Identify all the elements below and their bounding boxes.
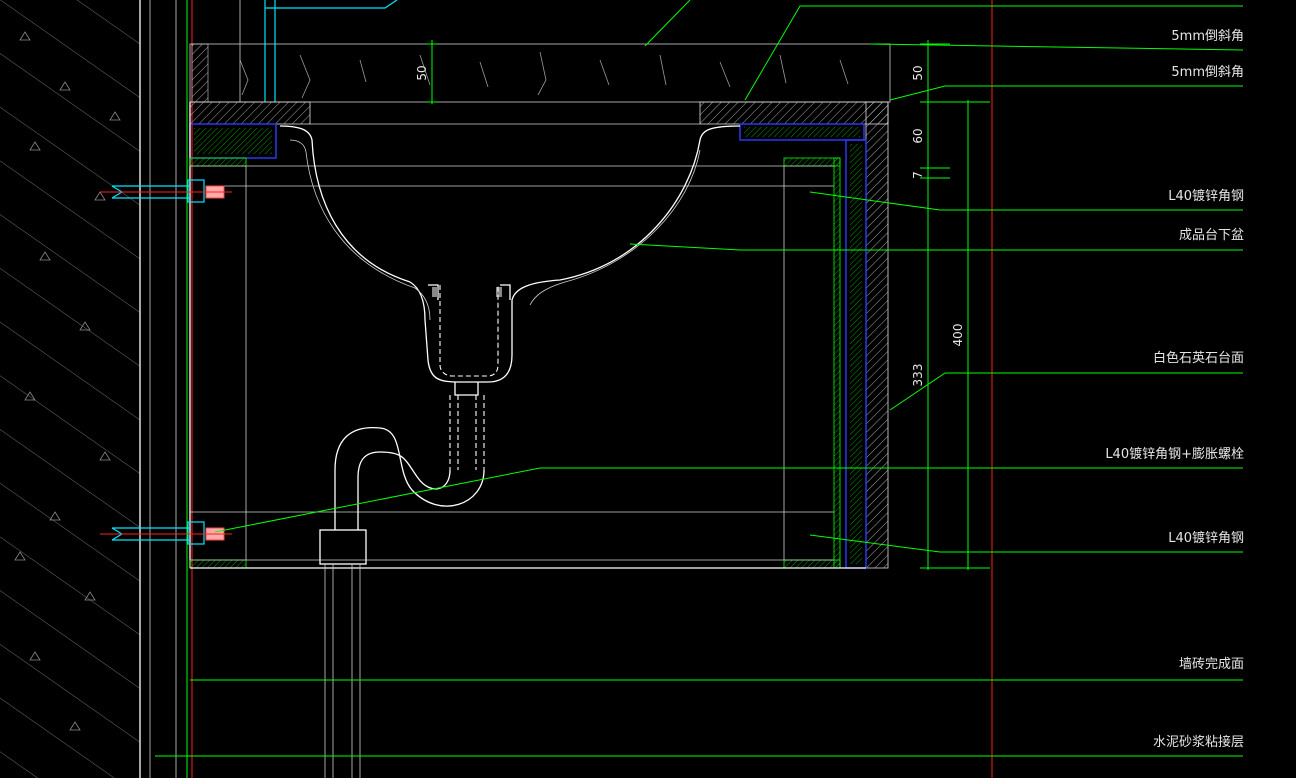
dim-7: 7	[911, 171, 925, 179]
dim-top-50-right: 50	[911, 65, 925, 80]
backsplash	[189, 0, 891, 103]
cabinet-frame	[189, 157, 866, 569]
label-marble-top: 白色石英石台面	[1153, 350, 1244, 366]
wall-section	[0, 0, 188, 778]
label-mortar-layer: 水泥砂浆粘接层	[1153, 734, 1244, 750]
dim-top-50-left: 50	[415, 65, 429, 80]
label-angle-steel-bolt: L40镀锌角钢+膨胀螺栓	[1105, 446, 1244, 462]
label-angle-steel-1: L40镀锌角钢	[1168, 188, 1244, 204]
label-undermount-basin: 成品台下盆	[1179, 228, 1244, 243]
countertop	[189, 101, 889, 569]
cad-section-drawing: 5mm倒斜角 5mm倒斜角 L40镀锌角钢 成品台下盆 白色石英石台面 L40镀…	[0, 0, 1244, 778]
p-trap	[319, 382, 485, 778]
label-chamfer-1: 5mm倒斜角	[1171, 29, 1244, 44]
leader-lines	[214, 0, 1244, 553]
dim-60: 60	[911, 128, 925, 143]
label-tile-finish: 墙砖完成面	[1179, 657, 1244, 672]
undermount-basin-shape	[279, 123, 741, 383]
dim-400: 400	[951, 324, 965, 347]
label-angle-steel-2: L40镀锌角钢	[1168, 530, 1244, 546]
label-chamfer-2: 5mm倒斜角	[1171, 65, 1244, 80]
dim-333: 333	[911, 364, 925, 387]
